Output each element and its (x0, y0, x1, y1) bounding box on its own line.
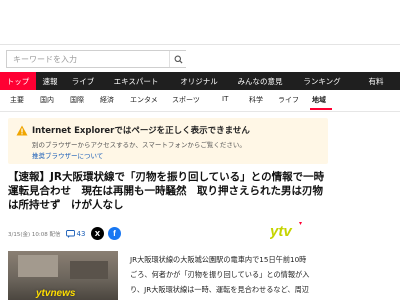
article-body: JR大阪環状線の大阪城公園駅の電車内で15日午前10時 ごろ、何者かが「刃物を振… (130, 252, 330, 297)
site-header (0, 0, 400, 45)
facebook-icon: f (113, 229, 116, 238)
comment-link[interactable]: 43 (65, 230, 86, 238)
nav-item-live[interactable]: ライブ (64, 72, 102, 90)
search-box (6, 50, 186, 68)
recommended-browser-link[interactable]: 推奨ブラウザーについて (32, 150, 103, 160)
nav-item-opinions[interactable]: みんなの意見 (228, 72, 292, 90)
ytv-logo: ytv (270, 222, 302, 239)
subnav-active-indicator (310, 108, 332, 110)
x-icon: X (94, 229, 101, 238)
warning-icon (16, 125, 28, 136)
svg-text:ytv: ytv (270, 223, 293, 239)
ie-warning-title: Internet Explorerではページを正しく表示できません (32, 126, 250, 136)
search-icon (174, 55, 183, 64)
comment-count: 43 (76, 230, 86, 238)
subnav-item-domestic[interactable]: 国内 (40, 95, 54, 105)
subnav-item-sports[interactable]: スポーツ (172, 95, 200, 105)
subnav-item-economy[interactable]: 経済 (100, 95, 114, 105)
subnav-item-entertainment[interactable]: エンタメ (130, 95, 158, 105)
nav-item-breaking[interactable]: 速報 (36, 72, 64, 90)
ie-warning-body: 別のブラウザーからアクセスするか、スマートフォンからご覧ください。 (32, 141, 246, 149)
share-x-button[interactable]: X (91, 227, 104, 240)
article-body-line: り、JR大阪環状線は一時、運転を見合わせるなど、周辺 (130, 285, 309, 294)
subnav-item-international[interactable]: 国際 (70, 95, 84, 105)
comment-icon (65, 230, 75, 238)
thumbnail-scene-shadow (70, 261, 108, 279)
nav-item-ranking[interactable]: ランキング (292, 72, 352, 90)
subnav-item-life[interactable]: ライフ (278, 95, 299, 105)
nav-item-paid[interactable]: 有料 (352, 72, 400, 90)
thumbnail-scene (18, 255, 58, 277)
nav-item-top[interactable]: トップ (0, 72, 36, 90)
search-input[interactable] (7, 51, 167, 67)
article-headline: 【速報】JR大阪環状線で「刃物を振り回している」との情報で一時運転見合わせ 現在… (8, 171, 325, 211)
subnav-item-region[interactable]: 地域 (312, 95, 326, 105)
publish-date: 3/15(金) 10:08 配信 (8, 232, 61, 238)
subnav-item-it[interactable]: IT (222, 95, 228, 103)
subnav-item-major[interactable]: 主要 (10, 95, 24, 105)
search-button[interactable] (169, 51, 186, 67)
main-nav: トップ 速報 ライブ エキスパート オリジナル みんなの意見 ランキング 有料 (0, 72, 400, 90)
nav-item-original[interactable]: オリジナル (170, 72, 228, 90)
ie-warning-banner: Internet Explorerではページを正しく表示できません 別のブラウザ… (8, 118, 328, 164)
article-thumbnail[interactable]: ytvnews (8, 251, 118, 300)
article-meta: 3/15(金) 10:08 配信 43 (8, 228, 85, 240)
article-body-line: ごろ、何者かが「刃物を振り回している」との情報が入 (130, 270, 310, 279)
thumbnail-news-logo: ytvnews (36, 288, 76, 299)
nav-item-expert[interactable]: エキスパート (102, 72, 170, 90)
category-subnav: 主要 国内 国際 経済 エンタメ スポーツ IT 科学 ライフ 地域 (0, 90, 400, 112)
subnav-item-science[interactable]: 科学 (249, 95, 263, 105)
share-facebook-button[interactable]: f (108, 227, 121, 240)
article-body-line: JR大阪環状線の大阪城公園駅の電車内で15日午前10時 (130, 255, 307, 264)
